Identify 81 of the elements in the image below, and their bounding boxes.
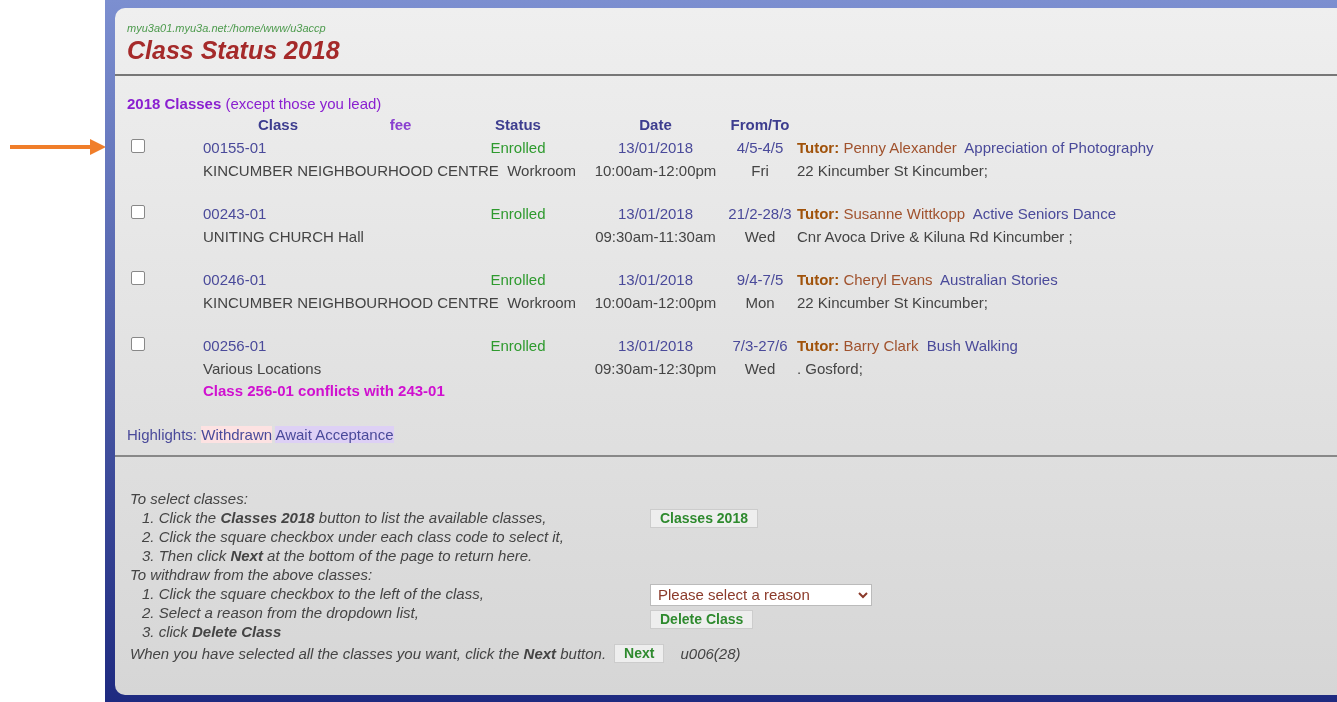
column-header: Date [638,115,673,135]
class-code[interactable]: 00256-01 [203,337,267,354]
time-text: 09:30am-11:30am [594,227,717,247]
step-number: 2. [142,603,155,621]
page-title: Class Status 2018 [127,35,341,65]
address-text: 22 Kincumber St Kincumber; [797,294,988,311]
row-checkbox[interactable] [131,271,145,285]
tutor-name: Penny Alexander [843,139,957,156]
date-range: 7/3-27/6 [731,336,789,356]
highlights-label: Highlights: [127,425,198,443]
location-text: UNITING CHURCH Hall [203,228,364,245]
row-checkbox[interactable] [131,337,145,351]
class-title: Bush Walking [926,337,1018,354]
class-code[interactable]: 00243-01 [203,205,267,222]
classes-button[interactable]: Classes 2018 [650,508,758,528]
status-text: Enrolled [489,336,547,356]
address-text: . Gosford; [797,360,863,377]
instruction-text: Select a reason from the dropdown list, [158,603,419,621]
reason-select[interactable]: Please select a reason [650,583,872,606]
tutor-label: Tutor: [797,337,840,354]
step-number: 3. [142,622,155,640]
step-number: 3. [142,546,155,564]
conflict-warning: Class 256-01 conflicts with 243-01 [203,382,445,399]
date-text: 13/01/2018 [616,336,695,356]
status-text: Enrolled [489,270,547,290]
class-title: Australian Stories [940,271,1058,288]
status-text: Enrolled [489,138,547,158]
delete-class-button[interactable]: Delete Class [650,609,754,629]
status-text: Enrolled [489,204,547,224]
tutor-label: Tutor: [797,205,840,222]
date-text: 13/01/2018 [616,138,695,158]
instruction-text: Click the square checkbox to the left of the class, [158,584,484,602]
class-code[interactable]: 00155-01 [203,139,267,156]
section-note: (except those you lead) [225,95,382,112]
time-text: 10:00am-12:00pm [593,161,718,181]
tutor-label: Tutor: [797,139,840,156]
next-button[interactable]: Next [614,643,665,663]
row-checkbox[interactable] [131,139,145,153]
instruction-text: click Delete Class [158,622,282,640]
date-text: 13/01/2018 [616,270,695,290]
date-text: 13/01/2018 [616,204,695,224]
page-code: u006(28) [680,643,741,663]
row-checkbox[interactable] [131,205,145,219]
tutor-label: Tutor: [797,271,840,288]
footer-instruction: When you have selected all the classes you want, click the Next button. [130,643,607,663]
tutor-name: Cheryl Evans [843,271,933,288]
column-header: From/To [729,115,791,135]
server-path: myu3a01.myu3a.net:/home/www/u3accp [127,22,327,35]
location-text: Various Locations [203,360,322,377]
instruction-heading: To withdraw from the above classes: [130,564,374,584]
instruction-text: Click the square checkbox under each class code to select it, [158,527,564,545]
instruction-text: Click the Classes 2018 button to list the available classes, [158,508,547,526]
step-number: 1. [142,584,155,602]
date-range: 9/4-7/5 [735,270,785,290]
location-text: KINCUMBER NEIGHBOURHOOD CENTRE Workroom [203,294,577,311]
class-title: Appreciation of Photography [964,139,1154,156]
step-number: 1. [142,508,155,526]
step-number: 2. [142,527,155,545]
tutor-name: Susanne Wittkopp [843,205,966,222]
highlight-legend: Withdrawn [201,425,273,443]
location-text: KINCUMBER NEIGHBOURHOOD CENTRE Workroom [203,162,577,179]
address-text: Cnr Avoca Drive & Kiluna Rd Kincumber ; [797,228,1073,245]
class-title: Active Seniors Dance [972,205,1117,222]
date-range: 4/5-4/5 [735,138,785,158]
highlight-legend: Await Acceptance [275,425,394,443]
time-text: 10:00am-12:00pm [593,293,718,313]
day-text: Wed [743,227,777,247]
tutor-name: Barry Clark [843,337,919,354]
class-code[interactable]: 00246-01 [203,271,267,288]
column-header: Class [257,115,299,135]
day-text: Mon [744,293,776,313]
day-text: Fri [750,161,770,181]
column-header: fee [388,115,413,135]
time-text: 09:30am-12:30pm [593,359,718,379]
address-text: 22 Kincumber St Kincumber; [797,162,988,179]
instruction-heading: To select classes: [130,488,249,508]
instruction-text: Then click Next at the bottom of the page to return here. [158,546,533,564]
column-header: Status [494,115,542,135]
date-range: 21/2-28/3 [727,204,793,224]
section-heading: 2018 Classes [127,95,222,112]
day-text: Wed [743,359,777,379]
